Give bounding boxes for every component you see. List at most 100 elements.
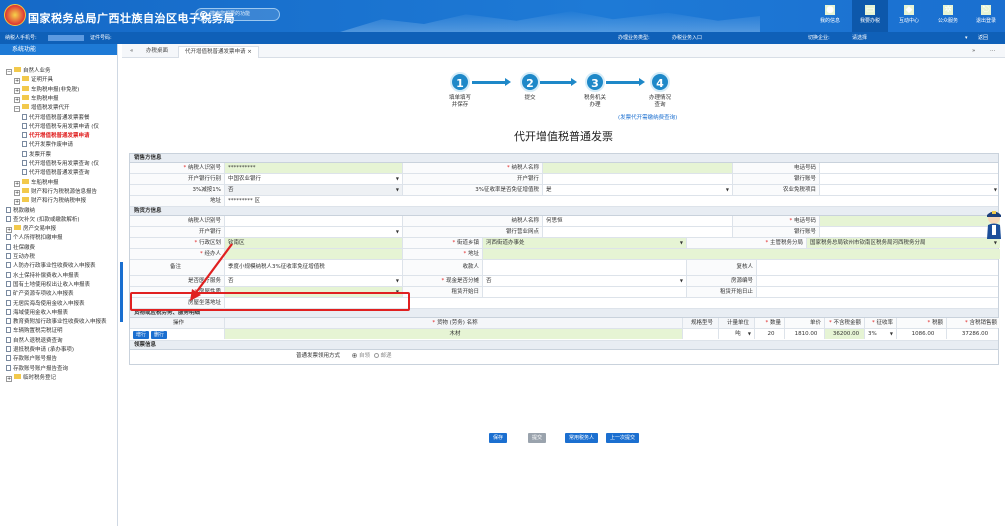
sidebar-item[interactable]: 代开增值税普通发票查询	[22, 169, 90, 177]
buyer-note-field[interactable]: 季度小规模纳税人3%征收率免征增值税	[225, 260, 403, 275]
sidebar-item[interactable]: + 车购税申报(非免税)	[14, 85, 79, 94]
close-icon[interactable]: ×	[247, 49, 252, 55]
items-spec-cell[interactable]	[683, 329, 719, 339]
sidebar-item[interactable]: 存款账号账户报告查询	[6, 364, 68, 373]
sidebar-item[interactable]: 发票开票	[22, 150, 51, 159]
sidebar-item[interactable]: 税款缴纳	[6, 206, 35, 215]
expand-toggle-icon[interactable]: +	[6, 227, 12, 234]
save-button[interactable]: 保存	[489, 433, 508, 443]
expand-toggle-icon[interactable]: +	[14, 180, 20, 187]
seller-bank-select[interactable]: 中国农业银行	[225, 174, 403, 184]
tab-next-arrow[interactable]: »	[966, 46, 981, 58]
nav-do-tax[interactable]: ▭ 我要办税	[852, 0, 888, 32]
sidebar-item[interactable]: 个人所得税扣缴申报	[6, 234, 63, 242]
sidebar-item[interactable]: + 房产交易申报	[6, 225, 56, 234]
sidebar-item[interactable]: 矿产资源专项收入申报表	[6, 290, 74, 298]
items-qty-cell[interactable]: 20	[755, 329, 785, 339]
sidebar-item[interactable]: 查欠补欠 (扣款或缴款解析)	[6, 215, 80, 224]
sidebar-item[interactable]: 人防办行政事业性收费收入申报表	[6, 262, 96, 270]
sidebar-item[interactable]: 自然人退税退费查询	[6, 336, 63, 345]
buyer-payee-field[interactable]	[483, 260, 687, 275]
nav-logout[interactable]: ⎋ 退出登录	[968, 0, 1004, 32]
sidebar-item[interactable]: + 财产和行为税税源信息报告	[14, 187, 97, 196]
sidebar-item[interactable]: + 财产和行为税纳税申报	[14, 197, 86, 206]
sidebar-item[interactable]: 代开增值税专用发票查询 (仅	[22, 160, 99, 168]
sidebar-item[interactable]: 教育费附加行政事业性收费收入申报表	[6, 318, 107, 326]
buyer-agent-field[interactable]	[225, 249, 403, 259]
sidebar-item[interactable]: 水土保持补偿费收入申报表	[6, 271, 79, 280]
sidebar-item[interactable]: 代开增值税专用发票申请 (仅	[22, 122, 99, 131]
buyer-house-field[interactable]	[757, 276, 1000, 286]
seller-rate-select[interactable]: 否	[225, 185, 403, 195]
seller-account-field[interactable]	[820, 174, 1000, 184]
sidebar-item[interactable]: 无居民海岛使用金收入申报表	[6, 299, 85, 308]
sidebar-item[interactable]: 存款账户账号报告	[6, 355, 57, 363]
items-total-cell[interactable]: 37286.00	[947, 329, 1000, 339]
nav-interaction[interactable]: ◆ 互动中心	[891, 0, 927, 32]
buyer-phone-field[interactable]	[820, 216, 1000, 226]
radio-self[interactable]	[352, 353, 357, 358]
sidebar-item[interactable]: 社保缴费	[6, 243, 35, 252]
buyer-bank-select[interactable]	[225, 227, 403, 237]
buyer-medical-select[interactable]: 否	[225, 276, 403, 286]
sidebar-item[interactable]: 互动办税	[6, 253, 35, 261]
items-unit-cell[interactable]: 吨	[719, 329, 755, 339]
sidebar-item[interactable]: 代开增值税普通发票申请	[22, 132, 90, 140]
tab-home[interactable]: 办税桌面	[140, 46, 174, 58]
switch-company-select[interactable]: 请选择	[852, 32, 867, 44]
sidebar-item[interactable]: + 车船税申报	[14, 178, 59, 187]
items-name-cell[interactable]: 木材	[225, 329, 683, 339]
sidebar-item[interactable]: 车辆购置税完税证明	[6, 327, 63, 335]
buyer-district-field[interactable]: 钦南区	[225, 238, 403, 248]
buyer-house-start-field[interactable]	[483, 287, 687, 297]
biz-type-value[interactable]: 办税业务入口	[672, 32, 702, 44]
expand-toggle-icon[interactable]: +	[14, 78, 20, 85]
buyer-split-select[interactable]: 否	[483, 276, 687, 286]
sidebar-item[interactable]: − 自然人业务	[6, 67, 51, 75]
seller-phone-field[interactable]	[820, 163, 1000, 173]
seller-special-select[interactable]	[820, 185, 1000, 195]
expand-toggle-icon[interactable]: +	[14, 189, 20, 196]
buyer-branch-field[interactable]	[543, 227, 733, 237]
fee-query-link[interactable]: (发票代开需缴纳费查询)	[618, 113, 677, 121]
expand-toggle-icon[interactable]: +	[6, 375, 12, 382]
sidebar-item[interactable]: + 车购税申报	[14, 94, 59, 103]
expand-toggle-icon[interactable]: +	[14, 87, 20, 94]
tax-officer-mascot-icon[interactable]	[985, 209, 1003, 243]
buyer-account-field[interactable]	[820, 227, 1000, 237]
tab-active[interactable]: 代开增值税普通发票申请 ×	[178, 46, 259, 58]
items-price-cell[interactable]: 1810.00	[785, 329, 825, 339]
back-link[interactable]: 返回	[978, 32, 988, 44]
submit-button[interactable]: 提交	[528, 433, 547, 443]
seller-address-field[interactable]: ********* 区	[225, 196, 1000, 206]
seller-exempt-select[interactable]: 是	[543, 185, 733, 195]
delete-row-button[interactable]: 删行	[151, 331, 168, 339]
seller-id-field[interactable]: **********	[225, 163, 403, 173]
sidebar-item[interactable]: − 增值税发票代开	[14, 104, 70, 113]
search-input[interactable]: 搜索您想要的功能	[195, 8, 280, 21]
items-rate-cell[interactable]: 3%	[865, 329, 897, 339]
sidebar-item[interactable]: 退抵税费申请 (承办事项)	[6, 346, 74, 354]
tab-prev-arrow[interactable]: «	[124, 46, 139, 58]
buyer-street-select[interactable]: 河西街道办事处	[483, 238, 687, 248]
items-amount-cell[interactable]: 36200.00	[825, 329, 865, 339]
seller-branch-field[interactable]	[543, 174, 733, 184]
seller-name-field[interactable]	[543, 163, 733, 173]
radio-mail[interactable]	[373, 353, 379, 358]
buyer-id-field[interactable]	[225, 216, 403, 226]
buyer-tax-office-select[interactable]: 国家税务总局钦州市钦南区税务局河西税务分局	[807, 238, 1000, 248]
buyer-address-field[interactable]	[483, 249, 1000, 259]
expand-toggle-icon[interactable]: −	[6, 69, 12, 75]
sidebar-item[interactable]: 海域使用金收入申报表	[6, 308, 68, 317]
expand-toggle-icon[interactable]: +	[14, 96, 20, 103]
sidebar-scrollbar[interactable]	[120, 262, 123, 322]
buyer-house-end-field[interactable]	[757, 287, 1000, 297]
add-row-button[interactable]: 增行	[133, 331, 150, 339]
buyer-reviewer-field[interactable]	[757, 260, 1000, 275]
common-taxpayer-button[interactable]: 常用税务人	[565, 433, 599, 443]
buyer-name-field[interactable]: 何思恒	[543, 216, 733, 226]
more-icon[interactable]: ⋯	[984, 46, 1002, 58]
nav-public-service[interactable]: ✲ 公众服务	[930, 0, 966, 32]
nav-my-info[interactable]: ● 我的信息	[812, 0, 848, 32]
sidebar-item[interactable]: + 证明开具	[14, 76, 53, 85]
